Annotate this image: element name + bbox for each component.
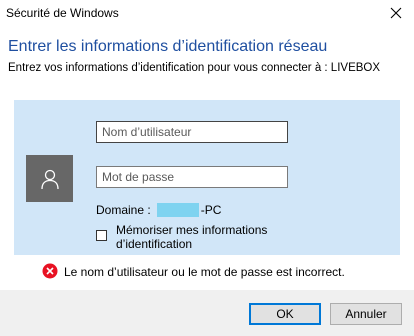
remember-checkbox[interactable] (96, 230, 107, 241)
avatar (26, 155, 73, 202)
title-bar: Sécurité de Windows (0, 0, 414, 26)
error-icon (42, 263, 58, 279)
password-field[interactable] (96, 166, 288, 188)
domain-redacted (156, 203, 199, 217)
domain-label: Domaine : (96, 203, 151, 217)
domain-suffix: -PC (200, 203, 222, 217)
close-button[interactable] (378, 0, 414, 26)
remember-label[interactable]: Mémoriser mes informations d’identificat… (116, 223, 296, 251)
close-icon (390, 7, 402, 19)
window-title: Sécurité de Windows (6, 6, 119, 20)
error-message: Le nom d’utilisateur ou le mot de passe … (64, 265, 345, 279)
ok-button[interactable]: OK (249, 303, 321, 325)
page-subtitle: Entrez vos informations d’identification… (8, 62, 381, 74)
credential-dialog: Sécurité de Windows Entrer les informati… (0, 0, 414, 336)
page-title: Entrer les informations d’identification… (8, 38, 328, 55)
username-field[interactable] (96, 121, 288, 143)
cancel-button[interactable]: Annuler (330, 303, 402, 325)
domain-row: Domaine : -PC (96, 203, 221, 217)
user-icon (40, 169, 59, 189)
